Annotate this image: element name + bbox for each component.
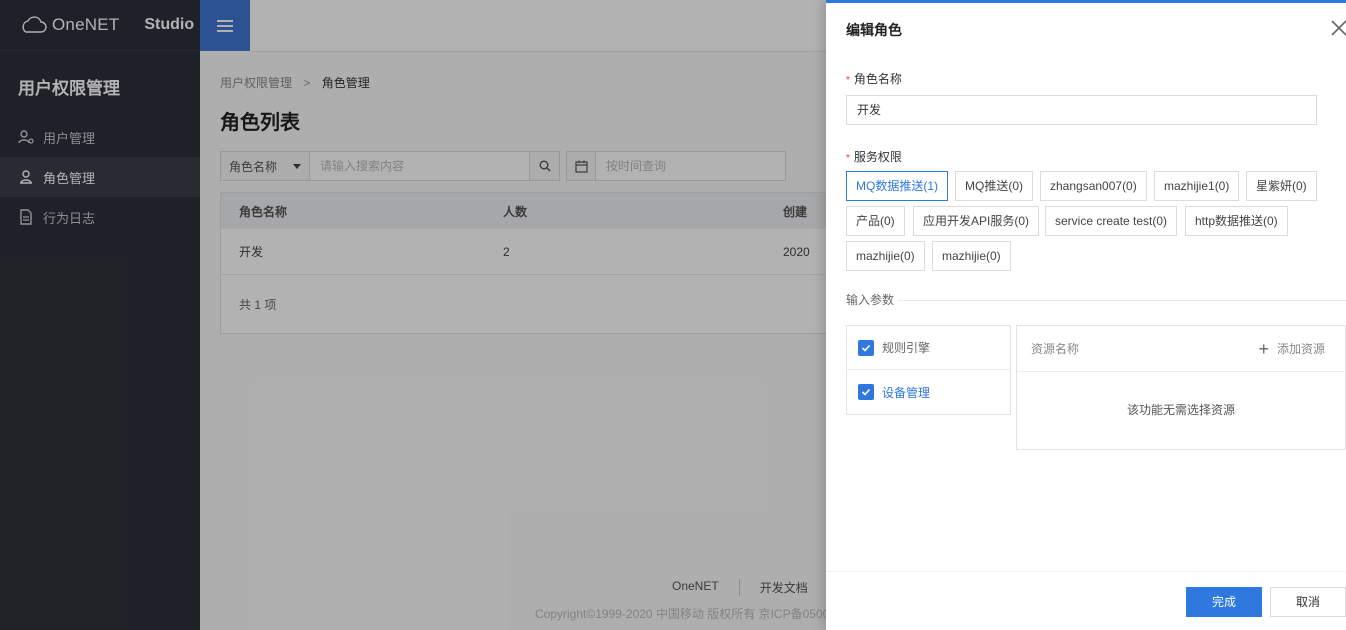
permission-tag[interactable]: mazhijie(0) <box>932 241 1011 271</box>
role-name-input[interactable]: 开发 <box>846 95 1317 125</box>
section-divider <box>846 300 1346 301</box>
module-item-device-management[interactable]: 设备管理 <box>847 370 1010 414</box>
checkbox-checked-icon[interactable] <box>858 384 874 400</box>
permission-tag[interactable]: MQ数据推送(1) <box>846 171 948 201</box>
confirm-button[interactable]: 完成 <box>1186 587 1262 617</box>
add-resource-button[interactable]: + 添加资源 <box>1258 340 1325 358</box>
cancel-button[interactable]: 取消 <box>1270 587 1346 617</box>
permission-tag[interactable]: 星紫妍(0) <box>1246 171 1317 201</box>
close-icon[interactable] <box>1328 17 1346 39</box>
drawer-footer-divider <box>826 571 1346 572</box>
required-marker: * <box>846 75 850 86</box>
module-item-rule-engine[interactable]: 规则引擎 <box>847 326 1010 370</box>
permission-tag[interactable]: http数据推送(0) <box>1185 206 1288 236</box>
permission-tag[interactable]: 应用开发API服务(0) <box>913 206 1040 236</box>
resource-empty-text: 该功能无需选择资源 <box>1126 403 1235 417</box>
resource-panel: 资源名称 + 添加资源 该功能无需选择资源 <box>1016 325 1346 450</box>
checkbox-checked-icon[interactable] <box>858 339 874 356</box>
plus-icon: + <box>1258 338 1269 359</box>
input-params-label: 输入参数 <box>846 291 899 308</box>
edit-role-drawer: 编辑角色 * 角色名称 开发 * 服务权限 MQ数据推送(1) MQ推送(0) zh… <box>826 0 1346 630</box>
permission-tag[interactable]: service create test(0) <box>1045 206 1178 236</box>
module-label: 设备管理 <box>882 385 931 400</box>
permission-tag[interactable]: mazhijie1(0) <box>1154 171 1240 201</box>
permission-tag[interactable]: 产品(0) <box>846 206 905 236</box>
required-marker: * <box>846 153 850 164</box>
resource-header-label: 资源名称 <box>1031 342 1080 356</box>
modal-overlay[interactable] <box>0 0 826 630</box>
permission-tag[interactable]: zhangsan007(0) <box>1040 171 1147 201</box>
drawer-title: 编辑角色 <box>846 22 902 38</box>
role-name-label: * 角色名称 <box>846 72 902 86</box>
module-list: 规则引擎 设备管理 <box>846 325 1011 415</box>
module-label: 规则引擎 <box>882 341 931 355</box>
permission-tag[interactable]: mazhijie(0) <box>846 241 925 271</box>
permission-tag[interactable]: MQ推送(0) <box>955 171 1033 201</box>
resource-header: 资源名称 + 添加资源 <box>1017 326 1345 372</box>
add-resource-label: 添加资源 <box>1276 342 1325 356</box>
permissions-label: * 服务权限 <box>846 150 902 164</box>
